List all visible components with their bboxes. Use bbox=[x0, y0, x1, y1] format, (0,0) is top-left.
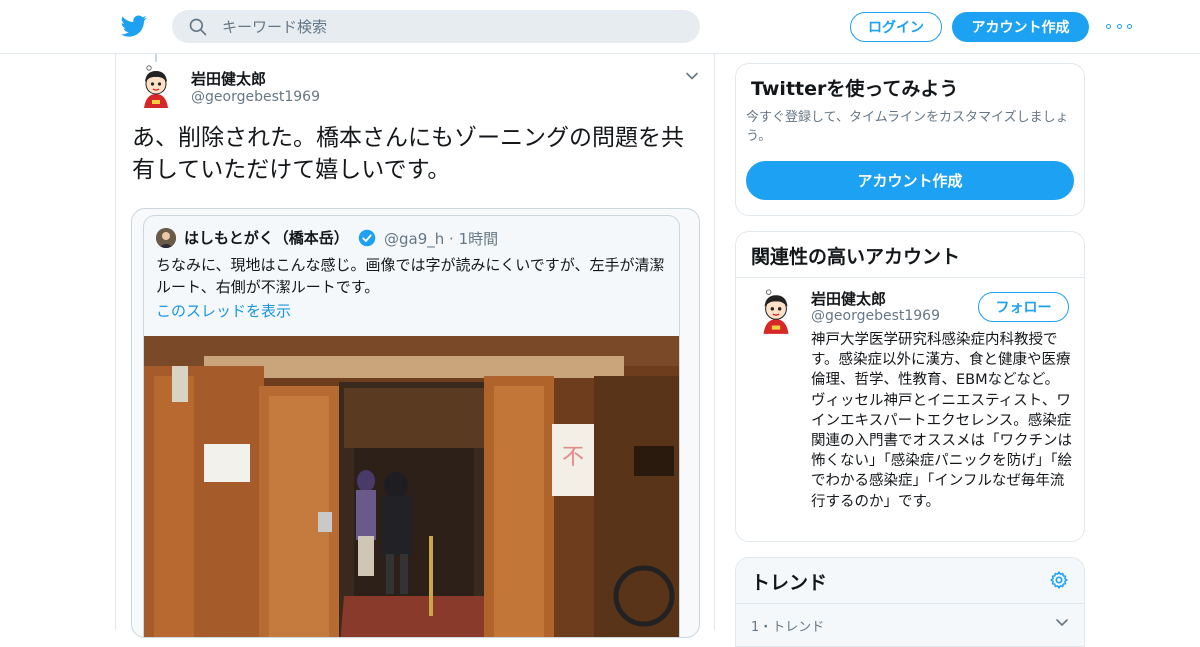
follow-button[interactable]: フォロー bbox=[978, 292, 1069, 322]
tweet-text: あ、削除された。橋本さんにもゾーニングの問題を共有していただけて嬉しいです。 bbox=[132, 125, 684, 183]
chevron-down-icon[interactable] bbox=[684, 68, 700, 84]
svg-text:不: 不 bbox=[562, 445, 584, 470]
cartoon-avatar-icon bbox=[751, 288, 801, 338]
verified-badge-icon bbox=[358, 229, 376, 247]
chevron-down-icon[interactable] bbox=[1054, 616, 1070, 630]
signup-promo-card: Twitterを使ってみよう 今すぐ登録して、タイムラインをカスタマイズしましょ… bbox=[735, 63, 1085, 216]
related-accounts-card: 関連性の高いアカウント 岩田健太郎 @georgebest1969 フォロー 神… bbox=[735, 231, 1085, 542]
quoted-tweet-image-container[interactable]: はしもとがく（橋本岳） @ga9_h · 1時間 ちなみに、現地はこんな感じ。画… bbox=[131, 208, 700, 638]
signup-card-title: Twitterを使ってみよう bbox=[751, 78, 959, 100]
signup-card-subtitle: 今すぐ登録して、タイムラインをカスタマイズしましょう。 bbox=[746, 110, 1069, 144]
trend-item-meta[interactable]: 1・トレンド bbox=[751, 616, 824, 635]
tweet-column: 岩田健太郎 @georgebest1969 あ、削除された。橋本さんにもゾーニン… bbox=[115, 54, 715, 638]
quoted-tweet-card[interactable]: はしもとがく（橋本岳） @ga9_h · 1時間 ちなみに、現地はこんな感じ。画… bbox=[143, 215, 680, 638]
twitter-bird-icon[interactable] bbox=[120, 13, 148, 39]
search-bar[interactable] bbox=[172, 10, 700, 43]
signup-button[interactable]: アカウント作成 bbox=[952, 12, 1089, 42]
gear-icon[interactable] bbox=[1049, 570, 1069, 590]
divider bbox=[736, 277, 1084, 278]
quoted-tweet-text: ちなみに、現地はこんな感じ。画像では字が読みにくいですが、左手が清潔ルート、右側… bbox=[156, 256, 665, 296]
tweet-author-handle[interactable]: @georgebest1969 bbox=[191, 89, 320, 105]
tweet-author-name[interactable]: 岩田健太郎 bbox=[191, 68, 266, 89]
quoted-author-name[interactable]: はしもとがく（橋本岳） bbox=[184, 227, 349, 248]
quoted-photo[interactable]: 不 bbox=[144, 336, 680, 638]
search-input[interactable] bbox=[222, 10, 682, 43]
related-account-bio: 神戸大学医学研究科感染症内科教授です。感染症以外に漢方、食と健康や医療倫理、哲学… bbox=[811, 332, 1072, 510]
related-account-name[interactable]: 岩田健太郎 bbox=[811, 288, 886, 309]
cartoon-avatar-icon bbox=[132, 64, 180, 112]
quoted-author-handle[interactable]: @ga9_h · 1時間 bbox=[384, 228, 498, 249]
related-accounts-title: 関連性の高いアカウント bbox=[751, 246, 961, 268]
related-account-avatar[interactable] bbox=[751, 288, 801, 338]
avatar[interactable] bbox=[132, 64, 180, 112]
quoted-avatar[interactable] bbox=[156, 228, 176, 248]
divider bbox=[736, 603, 1084, 604]
login-button[interactable]: ログイン bbox=[850, 12, 942, 42]
related-account-handle[interactable]: @georgebest1969 bbox=[811, 308, 940, 324]
search-icon bbox=[189, 18, 207, 36]
trends-title: トレンド bbox=[751, 572, 828, 594]
show-thread-link[interactable]: このスレッドを表示 bbox=[156, 300, 291, 321]
trends-card: トレンド 1・トレンド bbox=[735, 557, 1085, 647]
more-dots-icon[interactable] bbox=[1106, 18, 1132, 34]
signup-card-button[interactable]: アカウント作成 bbox=[746, 161, 1074, 200]
top-bar: ログイン アカウント作成 bbox=[0, 0, 1200, 54]
thread-connector bbox=[155, 54, 157, 62]
